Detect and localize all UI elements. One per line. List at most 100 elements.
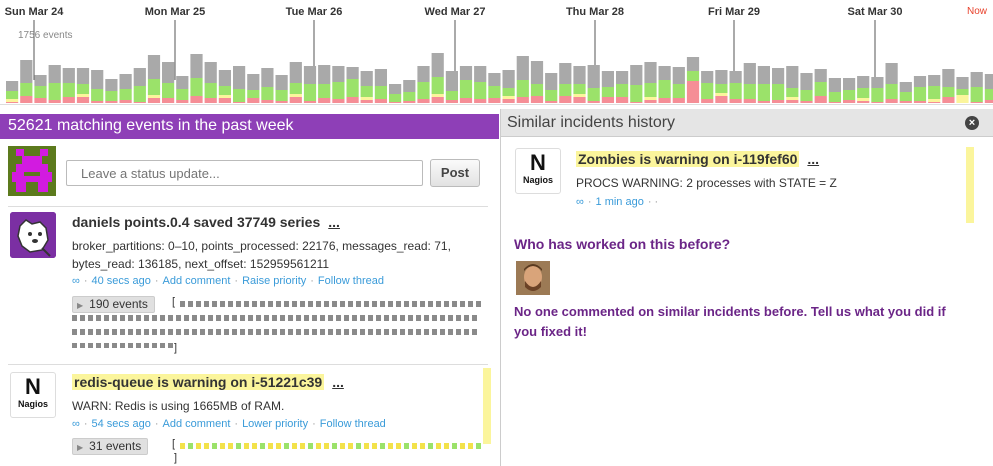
event-dot [212, 443, 217, 449]
timeline-bar-green [474, 82, 487, 99]
event-priority-bar [483, 368, 491, 444]
event-dot [180, 443, 185, 449]
event-title[interactable]: redis-queue is warning on i-51221c39... [72, 374, 344, 390]
event-dot [332, 301, 337, 307]
event-dot [380, 443, 385, 449]
event-dot [104, 315, 109, 321]
timeline-bar-gray [956, 77, 969, 89]
user-avatar[interactable] [8, 146, 56, 196]
event-time[interactable]: 54 secs ago [92, 418, 151, 430]
follow-thread-link[interactable]: Follow thread [320, 418, 386, 430]
add-comment-link[interactable]: Add comment [163, 275, 231, 287]
timeline-bar-pink [530, 96, 544, 103]
timeline-bar-green [715, 84, 728, 93]
event-dot [376, 329, 381, 335]
timeline-bar-gray [913, 76, 927, 87]
event-dot [368, 315, 373, 321]
event-dot [136, 343, 141, 348]
event-time[interactable]: 40 secs ago [92, 275, 151, 287]
event-dot [128, 343, 133, 348]
timeline-bar-yellow [431, 94, 444, 97]
event-dot [360, 315, 365, 321]
timeline-bar-pink [885, 99, 898, 103]
incident-time[interactable]: 1 min ago [596, 196, 644, 208]
infinity-icon[interactable]: ∞ [72, 275, 80, 287]
event-dot [456, 315, 461, 321]
lower-priority-link[interactable]: Lower priority [242, 418, 308, 430]
event-dot [220, 443, 225, 449]
timeline-bar-gray [162, 62, 175, 83]
event-dot [412, 301, 417, 307]
timeline-bar-green [459, 80, 473, 98]
event-dot [316, 443, 321, 449]
infinity-icon[interactable]: ∞ [576, 196, 584, 208]
timeline-bar-pink [474, 99, 487, 103]
event-dot [356, 443, 361, 449]
event-dot [272, 329, 277, 335]
timeline-bar-gray [729, 71, 742, 83]
more-link[interactable]: ... [332, 374, 344, 390]
timeline-bar-gray [502, 70, 515, 88]
timeline-bar-pink [48, 100, 61, 103]
add-comment-link[interactable]: Add comment [163, 418, 231, 430]
event-dot [152, 343, 157, 348]
timeline-bar-gray [360, 71, 373, 86]
close-icon[interactable]: × [965, 116, 979, 130]
timeline-bar-gray [459, 66, 473, 80]
event-dot [424, 329, 429, 335]
event-dot [300, 443, 305, 449]
timeline-bar-green [176, 89, 189, 100]
timeline-bar-green [545, 90, 558, 101]
timeline-bar-gray [374, 69, 387, 86]
incident-title[interactable]: Zombies is warning on i-119fef60... [576, 151, 819, 167]
event-dot [256, 315, 261, 321]
timeline-bar-gray [20, 60, 33, 83]
infinity-icon[interactable]: ∞ [72, 418, 80, 430]
event-dot [456, 329, 461, 335]
more-link[interactable]: ... [807, 151, 819, 167]
timeline-bar-green [729, 83, 742, 99]
event-dot [204, 301, 209, 307]
event-dots-grid[interactable] [68, 298, 488, 348]
post-button[interactable]: Post [430, 159, 480, 187]
event-dot [188, 301, 193, 307]
event-dot [232, 329, 237, 335]
event-dot [144, 329, 149, 335]
event-dot [180, 301, 185, 307]
event-item-daniels: daniels points.0.4 saved 37749 series...… [8, 210, 491, 365]
raise-priority-link[interactable]: Raise priority [242, 275, 306, 287]
event-dot [312, 315, 317, 321]
event-dot [400, 315, 405, 321]
timeline-bar-gray [743, 63, 756, 84]
timeline-bar-pink [6, 102, 19, 103]
event-dot [308, 301, 313, 307]
follow-thread-link[interactable]: Follow thread [318, 275, 384, 287]
event-dot [236, 301, 241, 307]
event-bracket-close: ] [174, 342, 178, 354]
event-dot [160, 343, 165, 348]
timeline-bar-gray [516, 56, 529, 80]
event-timeline[interactable]: Sun Mar 24 Mon Mar 25 Tue Mar 26 Wed Mar… [0, 0, 993, 108]
event-dot [168, 315, 173, 321]
timeline-bar-green [516, 80, 529, 97]
person-avatar[interactable] [516, 261, 550, 295]
event-dot [436, 301, 441, 307]
more-link[interactable]: ... [328, 214, 340, 230]
timeline-bar-pink [389, 102, 402, 103]
timeline-bar-gray [133, 68, 146, 86]
event-dots-grid[interactable] [68, 440, 488, 464]
event-dot [204, 443, 209, 449]
timeline-bar-pink [658, 98, 671, 103]
status-update-input[interactable] [66, 160, 423, 186]
timeline-bar-green [601, 87, 614, 97]
event-title[interactable]: daniels points.0.4 saved 37749 series... [72, 214, 340, 230]
timeline-bar-green [360, 86, 373, 97]
timeline-bar-gray [828, 78, 841, 92]
timeline-bar-pink [516, 97, 529, 103]
event-dot [236, 443, 241, 449]
timeline-bar-gray [672, 67, 685, 84]
timeline-bar-pink [190, 96, 203, 103]
timeline-bar-pink [871, 102, 884, 103]
incident-actions: ∞ · 1 min ago · · [576, 196, 659, 208]
event-dot [476, 443, 481, 449]
